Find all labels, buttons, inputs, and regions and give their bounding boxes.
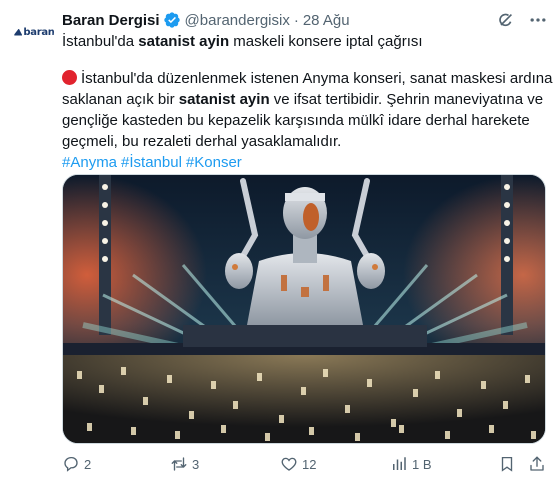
hashtag-link[interactable]: #İstanbul bbox=[121, 154, 182, 171]
views-count: 1 B bbox=[412, 456, 432, 472]
heart-icon bbox=[281, 457, 297, 471]
hashtag-link[interactable]: #Konser bbox=[186, 154, 242, 171]
display-name[interactable]: Baran Dergisi bbox=[62, 12, 160, 29]
repost-button[interactable]: 3 bbox=[170, 455, 199, 473]
share-button[interactable] bbox=[528, 455, 546, 473]
reply-button[interactable]: 2 bbox=[62, 455, 91, 473]
body-line-1: İstanbul'da düzenlenmek istenen Anyma ko… bbox=[62, 69, 552, 89]
timestamp[interactable]: 28 Ağu bbox=[303, 12, 350, 29]
repost-icon bbox=[171, 457, 187, 471]
like-count: 12 bbox=[302, 456, 317, 472]
grok-icon[interactable] bbox=[496, 10, 516, 30]
tweet-header: Baran Dergisi @barandergisix · 28 Ağu bbox=[62, 10, 350, 30]
bookmark-button[interactable] bbox=[498, 455, 516, 473]
repost-count: 3 bbox=[192, 456, 200, 472]
views-icon bbox=[393, 457, 406, 470]
avatar[interactable]: baran bbox=[14, 12, 54, 52]
separator-dot: · bbox=[293, 11, 299, 29]
more-icon[interactable] bbox=[528, 10, 548, 30]
reply-icon bbox=[64, 456, 78, 472]
tweet-title-line: İstanbul'da satanist ayin maskeli konser… bbox=[62, 33, 423, 50]
hashtags: #Anyma #İstanbul #Konser bbox=[62, 153, 246, 173]
body-line-4: geçmeli, bu rezaleti derhal yasaklamalıd… bbox=[62, 133, 342, 150]
reply-count: 2 bbox=[84, 456, 92, 472]
hashtag-link[interactable]: #Anyma bbox=[62, 154, 117, 171]
bookmark-icon bbox=[501, 456, 513, 472]
concert-photo[interactable] bbox=[62, 174, 546, 444]
views-button[interactable]: 1 B bbox=[390, 455, 432, 473]
top-actions bbox=[496, 10, 548, 30]
body-line-3: gençliğe kasteden bu kepazelik karşısınd… bbox=[62, 112, 530, 129]
tweet-actions: 2 3 12 1 B bbox=[62, 452, 546, 476]
tweet[interactable]: baran Baran Dergisi @barandergisix · 28 … bbox=[0, 0, 560, 482]
body-line-2: saklanan açık bir satanist ayin ve ifsat… bbox=[62, 91, 544, 108]
baran-logo: baran bbox=[14, 27, 54, 38]
red-circle-emoji-icon bbox=[62, 70, 77, 85]
like-button[interactable]: 12 bbox=[280, 455, 316, 473]
verified-badge-icon[interactable] bbox=[163, 11, 181, 29]
share-icon bbox=[530, 456, 544, 471]
handle[interactable]: @barandergisix bbox=[185, 12, 290, 29]
